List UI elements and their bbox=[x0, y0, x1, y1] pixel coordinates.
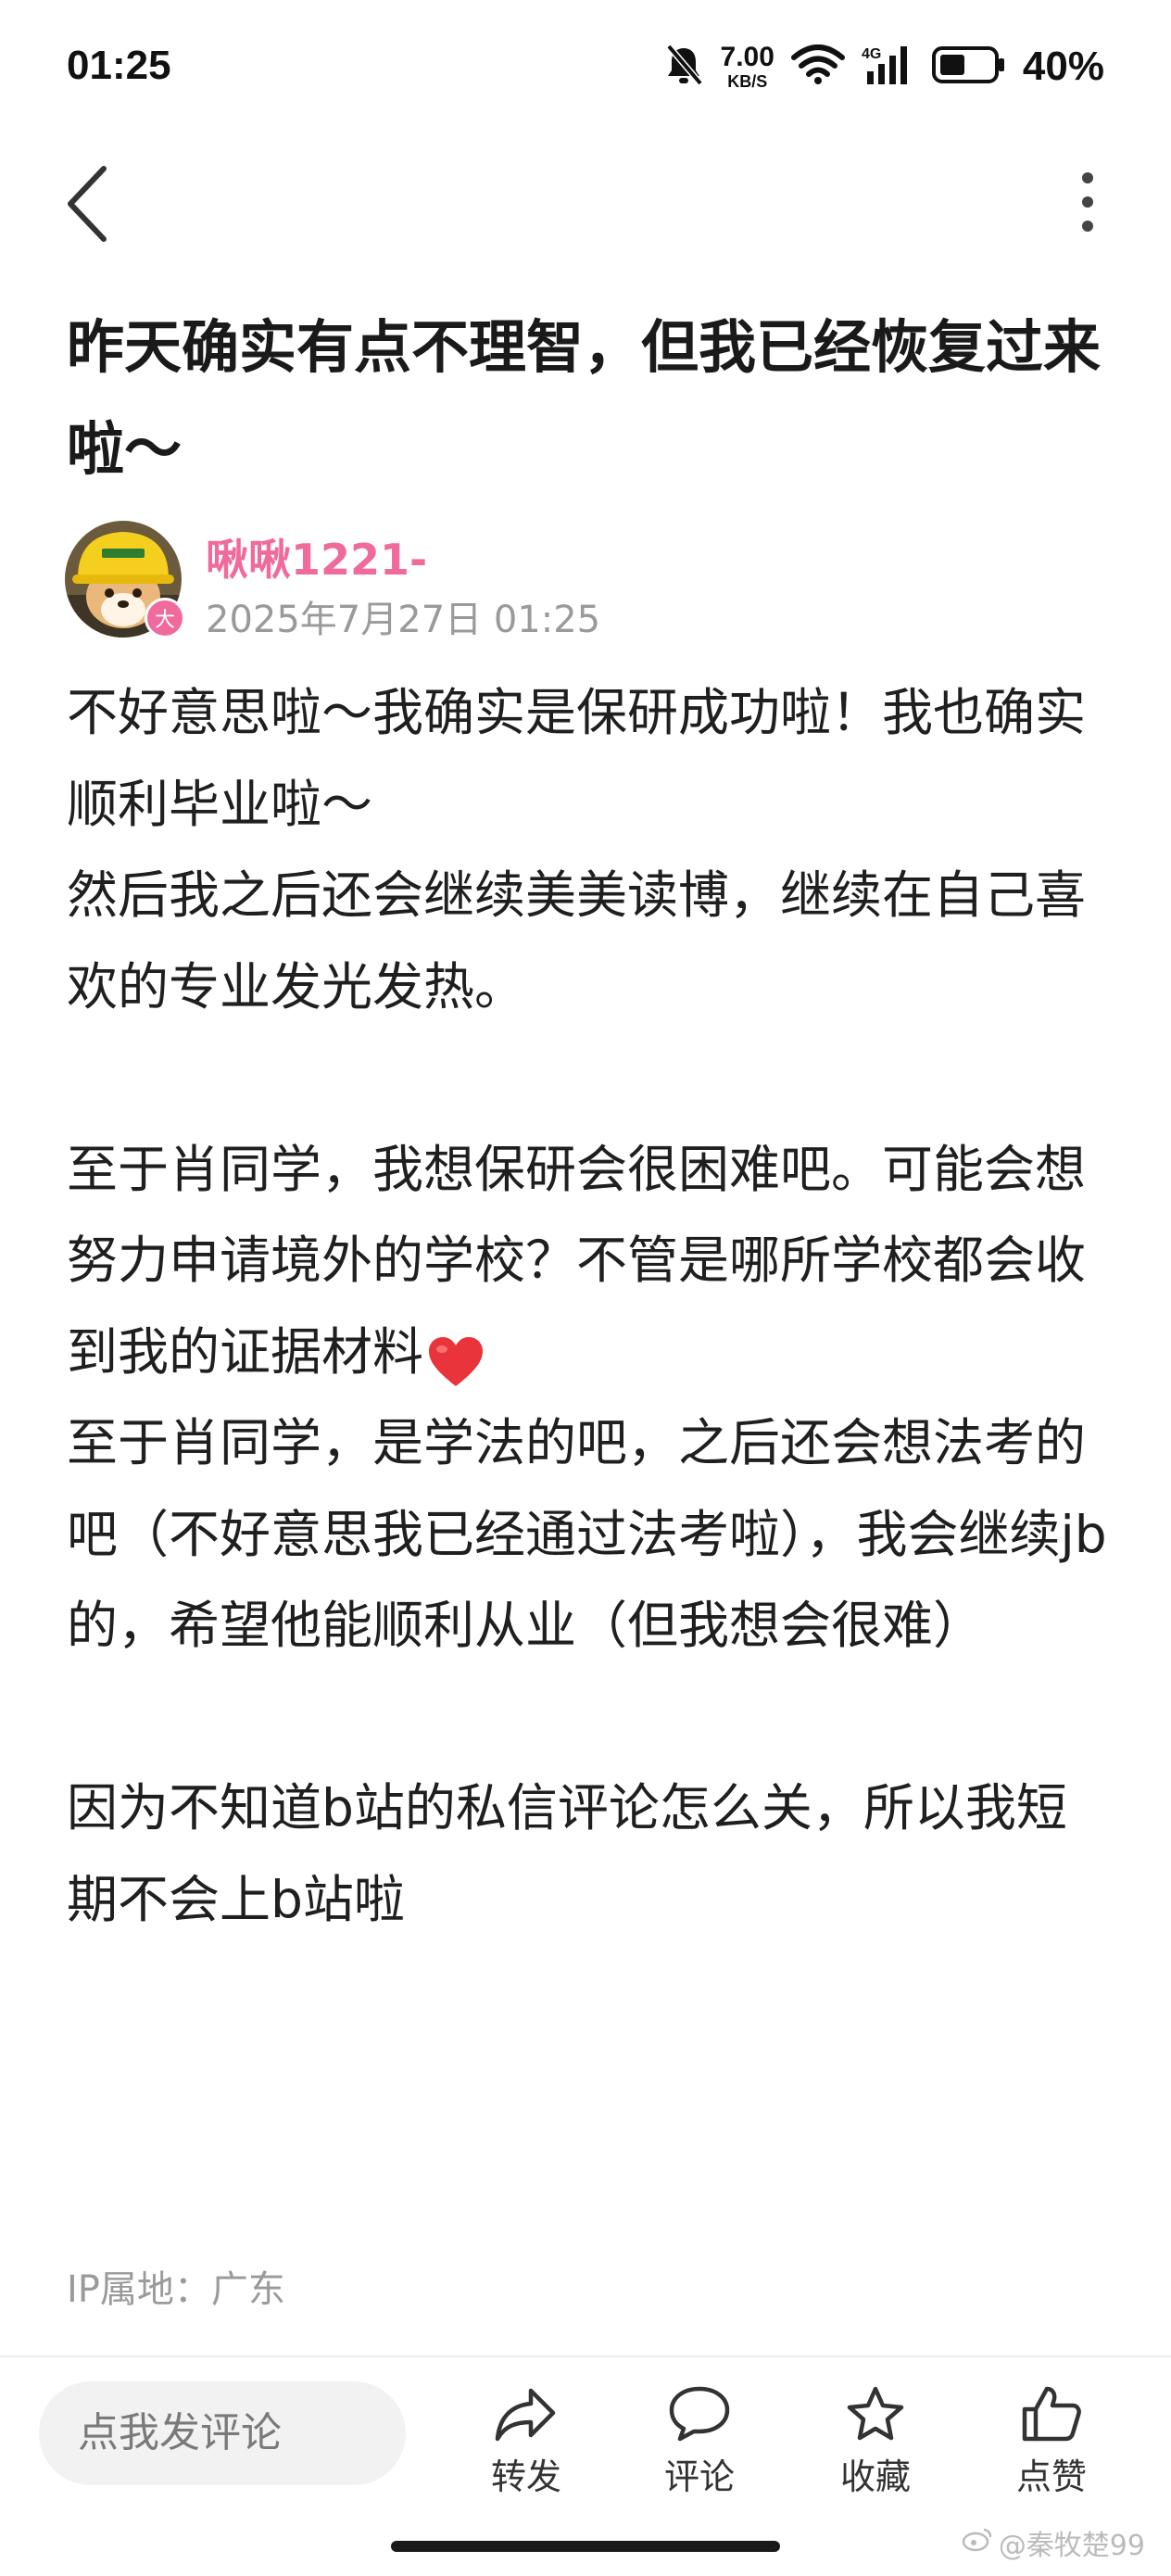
body-paragraph: 至于肖同学，我想保研会很困难吧。可能会想努力申请境外的学校？不管是哪所学校都会收… bbox=[67, 1139, 1087, 1382]
comment-bubble-icon bbox=[669, 2386, 730, 2442]
share-label: 转发 bbox=[490, 2456, 561, 2497]
status-bar: 01:25 7.00 KB/S 4G 40% bbox=[0, 0, 1171, 139]
wifi-icon bbox=[790, 44, 845, 89]
body-paragraph: 然后我之后还会继续美美读博，继续在自己喜欢的专业发光发热。 bbox=[67, 865, 1087, 1017]
chevron-left-icon bbox=[68, 166, 107, 242]
network-type-text: 4G bbox=[862, 46, 881, 62]
bottom-bar-divider bbox=[0, 2355, 1171, 2357]
comment-button[interactable]: 评论 bbox=[639, 2385, 760, 2497]
mute-bell-icon bbox=[663, 43, 704, 91]
red-heart-icon bbox=[425, 1327, 486, 1387]
like-label: 点赞 bbox=[1015, 2456, 1087, 2497]
battery-percent: 40% bbox=[1022, 44, 1104, 89]
favorite-label: 收藏 bbox=[839, 2456, 911, 2497]
signal-4g-icon: 4G bbox=[862, 44, 915, 90]
status-icons: 7.00 KB/S 4G 40% bbox=[663, 41, 1104, 93]
home-indicator[interactable] bbox=[391, 2541, 780, 2552]
comment-input[interactable]: 点我发评论 bbox=[39, 2381, 406, 2485]
body-blank-line bbox=[67, 1672, 1114, 1763]
ip-location: IP属地：广东 bbox=[67, 2268, 285, 2311]
watermark: @秦牧楚99 bbox=[962, 2522, 1145, 2563]
vertical-dots-icon bbox=[1082, 172, 1093, 232]
post-title: 昨天确实有点不理智，但我已经恢复过来啦～ bbox=[67, 313, 1102, 483]
comment-label: 评论 bbox=[663, 2456, 735, 2497]
star-icon bbox=[847, 2386, 904, 2441]
body-paragraph-with-emoji: 至于肖同学，我想保研会很困难吧。可能会想努力申请境外的学校？不管是哪所学校都会收… bbox=[67, 1124, 1114, 1398]
net-speed-value: 7.00 bbox=[720, 42, 774, 72]
favorite-button[interactable]: 收藏 bbox=[815, 2385, 936, 2497]
net-speed-unit: KB/S bbox=[727, 72, 768, 91]
body-paragraph: 不好意思啦～我确实是保研成功啦！我也确实顺利毕业啦～ bbox=[67, 683, 1087, 834]
post-body: 不好意思啦～我确实是保研成功啦！我也确实顺利毕业啦～ 然后我之后还会继续美美读博… bbox=[67, 667, 1114, 1945]
share-button[interactable]: 转发 bbox=[466, 2385, 586, 2497]
weibo-logo-icon bbox=[962, 2526, 993, 2559]
like-button[interactable]: 点赞 bbox=[991, 2385, 1112, 2497]
post-date: 2025年7月27日 01:25 bbox=[206, 599, 601, 641]
author-name[interactable]: 啾啾1221- bbox=[206, 526, 427, 587]
user-level-badge: 大 bbox=[145, 598, 185, 638]
body-blank-line bbox=[67, 1032, 1114, 1124]
more-options-button[interactable] bbox=[1069, 167, 1106, 241]
watermark-text: @秦牧楚99 bbox=[998, 2530, 1145, 2562]
share-arrow-icon bbox=[495, 2388, 556, 2442]
body-paragraph: 因为不知道b站的私信评论怎么关，所以我短期不会上b站啦 bbox=[67, 1778, 1067, 1929]
thumbs-up-icon bbox=[1022, 2386, 1081, 2442]
battery-icon bbox=[931, 44, 1006, 89]
body-paragraph: 至于肖同学，是学法的吧，之后还会想法考的吧（不好意思我已经通过法考啦），我会继续… bbox=[67, 1413, 1107, 1655]
status-time: 01:25 bbox=[67, 43, 171, 88]
back-button[interactable] bbox=[56, 158, 120, 250]
net-speed: 7.00 KB/S bbox=[720, 42, 774, 91]
post-detail-page: 01:25 7.00 KB/S 4G 40% 昨天确实有点不理智，但我已经恢复过… bbox=[0, 0, 1171, 2576]
